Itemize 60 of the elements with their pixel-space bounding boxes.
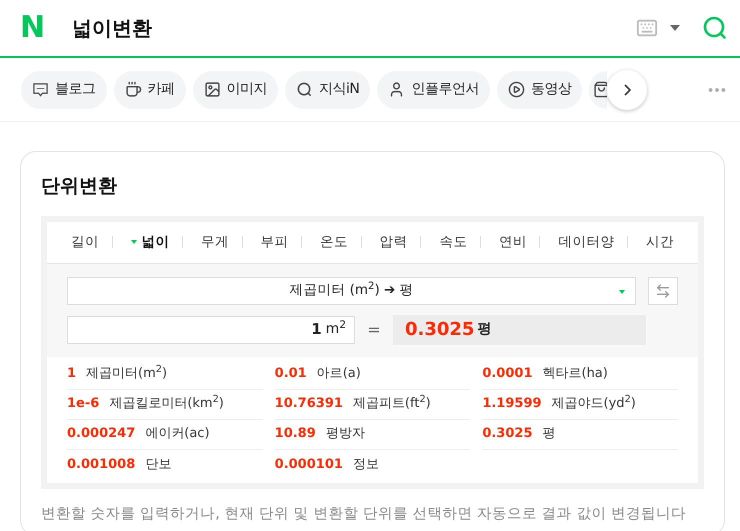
result-value: 10.89: [274, 425, 316, 444]
play-icon: [508, 81, 525, 98]
unit-label: 단보: [145, 456, 172, 474]
unit-tab[interactable]: 압력: [380, 232, 408, 252]
unit-tab[interactable]: 무게: [201, 232, 230, 252]
unit-tab[interactable]: 온도: [320, 232, 348, 252]
unit-label: 정보: [352, 456, 379, 474]
unit-label: 평: [542, 425, 556, 444]
help-text: 변환할 숫자를 입력하거나, 현재 단위 및 변환할 단위를 선택하면 자동으로 결과 값이 변경됩니다: [41, 504, 687, 524]
result-value: 1e-6: [67, 395, 100, 414]
result-value: 0.3025: [482, 425, 532, 444]
unit-tab[interactable]: 데이터양: [558, 232, 614, 252]
card-title: 단위변환: [41, 174, 118, 199]
caret-icon: [619, 290, 625, 294]
unit-label: 헥타르(ha): [542, 365, 608, 384]
cup-icon: [124, 81, 142, 98]
category-chip[interactable]: 카페: [114, 70, 186, 108]
swap-button[interactable]: [648, 276, 678, 304]
swap-icon: [655, 282, 671, 298]
number-input[interactable]: 1 m$^{2}$: [67, 316, 355, 344]
equals-sign: =: [366, 318, 382, 340]
caret-icon[interactable]: [670, 25, 680, 31]
speech-bubble-icon: [32, 81, 49, 98]
unit-label: 제곱피트(ft$^{2}$): [352, 394, 431, 414]
result-value: 1: [67, 365, 76, 384]
bag-icon: [593, 81, 608, 98]
unit-label: 제곱야드(yd$^{2}$): [552, 394, 636, 414]
category-chip[interactable]: 동영상: [496, 70, 582, 108]
result-value: 1.19599: [482, 395, 542, 414]
category-chip[interactable]: 지식iN: [285, 70, 370, 108]
keyboard-icon[interactable]: [636, 17, 658, 39]
unit-tab[interactable]: 길이: [71, 232, 99, 252]
triangle-icon: [130, 240, 137, 244]
unit-label: 제곱미터(m$^{2}$): [86, 364, 168, 384]
unit-select[interactable]: 제곱미터 (m$^{2}$) ➔ 평: [67, 276, 636, 304]
unit-label: 평방자: [326, 425, 365, 444]
unit-tab[interactable]: 연비: [498, 232, 527, 252]
result-value: 0.01: [274, 365, 307, 384]
result-field: 0.3025 평: [393, 314, 646, 344]
unit-tab[interactable]: 시간: [646, 232, 674, 252]
category-chip[interactable]: 인플루언서: [377, 70, 490, 108]
search-query: 넓이변환: [72, 15, 152, 42]
result-value: 0.000101: [274, 456, 343, 474]
result-value: 0.000247: [67, 425, 136, 444]
unit-label: 에이커(ac): [145, 425, 210, 444]
result-value: 0.0001: [482, 365, 532, 384]
category-chip[interactable]: 이미지: [192, 70, 278, 108]
unit-tab[interactable]: 속도: [439, 232, 468, 252]
image-icon: [204, 81, 220, 98]
unit-tab[interactable]: 부피: [260, 232, 289, 252]
chevron-right-icon: [624, 84, 631, 96]
unit-tab[interactable]: 넓이: [130, 232, 170, 252]
q-icon: [296, 81, 313, 98]
category-chip[interactable]: 블로그: [21, 70, 106, 108]
result-value: 10.76391: [274, 395, 343, 414]
search-icon[interactable]: [702, 15, 728, 41]
unit-label: 아르(a): [316, 365, 361, 384]
unit-label: 제곱킬로미터(km$^{2}$): [109, 394, 224, 414]
result-value: 0.001008: [67, 456, 136, 474]
category-chip[interactable]: [589, 70, 608, 108]
